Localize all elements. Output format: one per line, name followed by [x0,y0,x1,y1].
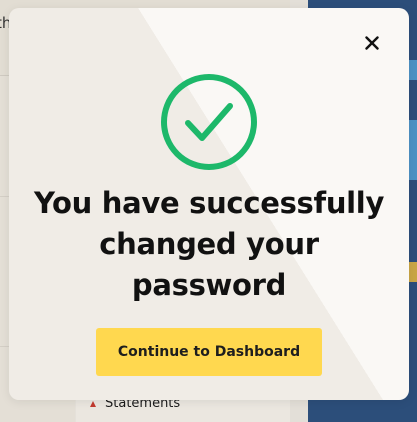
check-circle-icon [161,74,257,170]
close-icon [365,36,379,50]
app-page: th Statements You have successfully chan… [0,0,417,422]
success-message-line: You have successfully [33,186,385,220]
continue-to-dashboard-button[interactable]: Continue to Dashboard [96,328,322,376]
success-modal: You have successfully changed your passw… [9,8,409,400]
statements-icon [90,400,96,407]
success-message: You have successfully changed your passw… [9,183,409,306]
close-button[interactable] [362,33,382,53]
success-message-line: password [131,268,287,302]
success-message-line: changed your [99,227,319,261]
